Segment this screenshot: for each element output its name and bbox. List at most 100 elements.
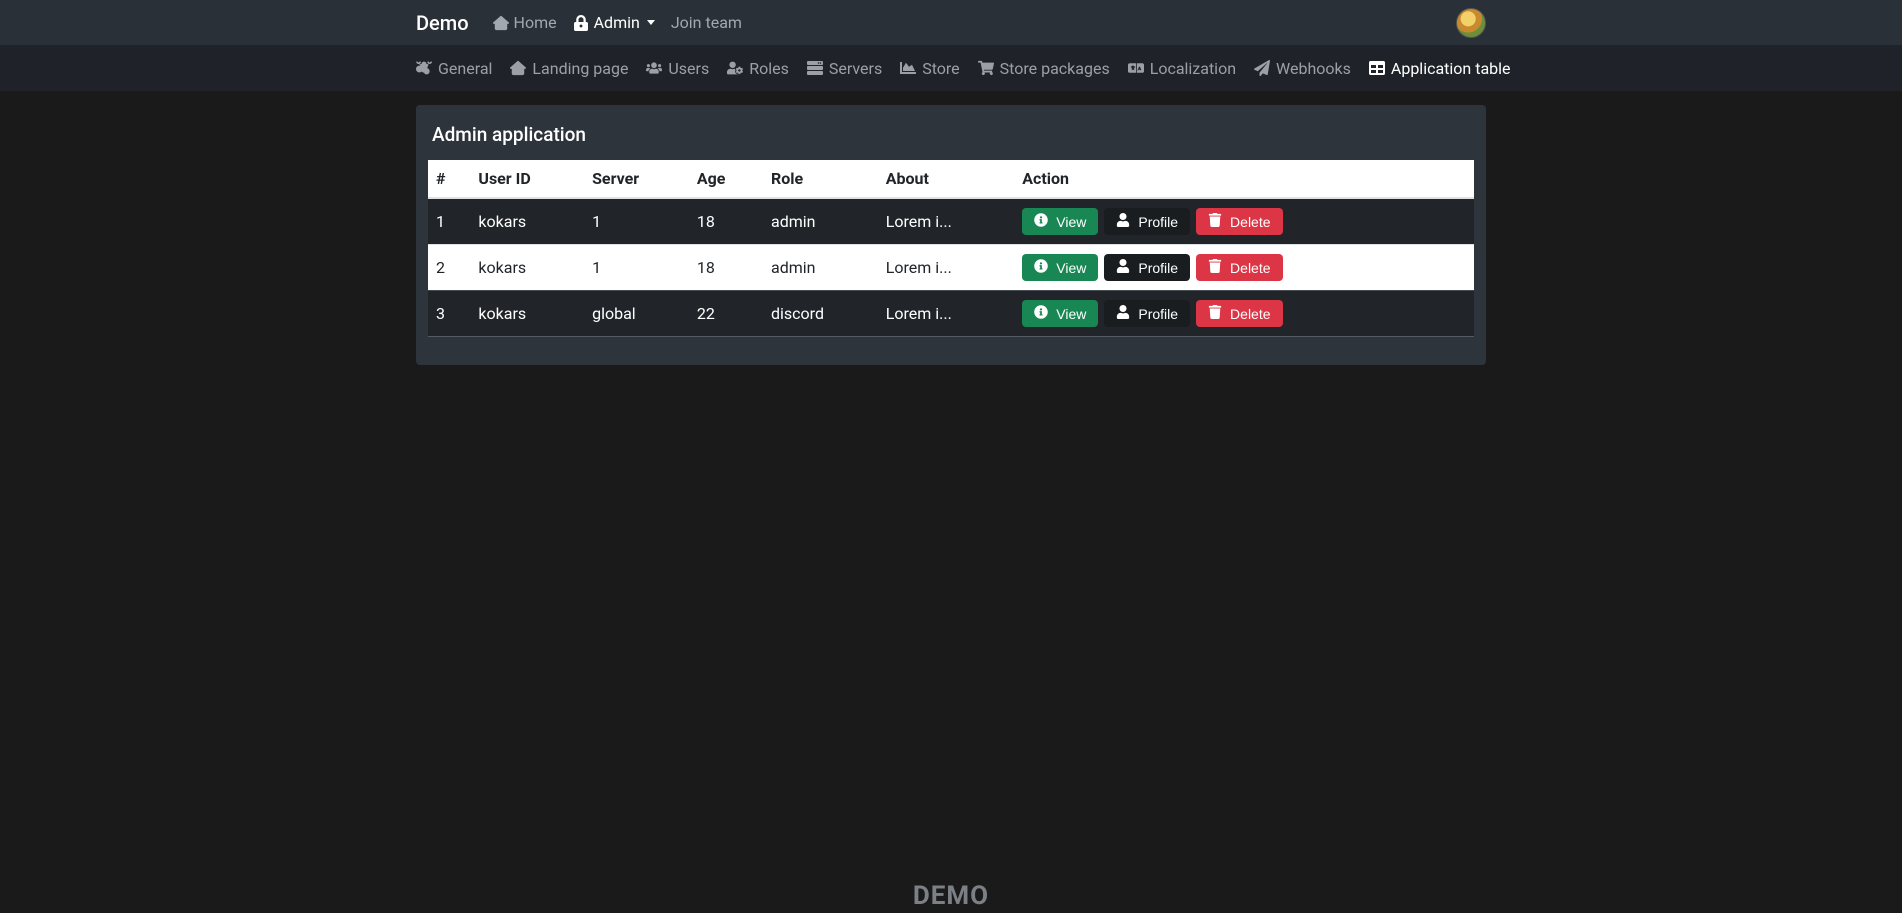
th-about: About xyxy=(878,160,1015,198)
cogs-icon xyxy=(416,60,432,76)
table-row: 1kokars118adminLorem i...ViewProfileDele… xyxy=(428,198,1474,245)
card-title: Admin application xyxy=(432,123,1474,146)
cart-icon xyxy=(978,60,994,76)
subnav-store[interactable]: Store xyxy=(900,59,959,78)
user-icon xyxy=(1116,305,1130,322)
th-user-id: User ID xyxy=(470,160,584,198)
subnav-roles[interactable]: Roles xyxy=(727,59,789,78)
table-header-row: # User ID Server Age Role About Action xyxy=(428,160,1474,198)
user-icon xyxy=(1116,259,1130,276)
avatar[interactable] xyxy=(1456,8,1486,38)
subnav-general-label: General xyxy=(438,59,492,78)
subnav-store-label: Store xyxy=(922,59,959,78)
cell-index: 2 xyxy=(428,245,470,291)
subnav-servers[interactable]: Servers xyxy=(807,59,882,78)
footer-brand: DEMO xyxy=(913,881,989,911)
trash-icon xyxy=(1208,213,1222,230)
users-cog-icon xyxy=(727,60,743,76)
admin-application-card: Admin application # User ID Server Age R… xyxy=(416,105,1486,365)
th-action: Action xyxy=(1014,160,1474,198)
info-circle-icon xyxy=(1034,305,1048,322)
lock-icon xyxy=(573,15,589,31)
nav-home[interactable]: Home xyxy=(493,13,557,32)
subnav-store-packages-label: Store packages xyxy=(1000,59,1110,78)
table-row: 2kokars118adminLorem i...ViewProfileDele… xyxy=(428,245,1474,291)
server-icon xyxy=(807,60,823,76)
delete-label: Delete xyxy=(1230,214,1270,230)
trash-icon xyxy=(1208,305,1222,322)
cell-user-id: kokars xyxy=(470,198,584,245)
subnav-application-table[interactable]: Application table xyxy=(1369,59,1511,78)
delete-button[interactable]: Delete xyxy=(1196,254,1282,281)
nav-home-label: Home xyxy=(514,13,557,32)
cell-user-id: kokars xyxy=(470,291,584,337)
cell-role: discord xyxy=(763,291,878,337)
brand[interactable]: Demo xyxy=(416,11,469,35)
subnav-landing[interactable]: Landing page xyxy=(510,59,628,78)
th-index: # xyxy=(428,160,470,198)
subnav-roles-label: Roles xyxy=(749,59,789,78)
subnav-users-label: Users xyxy=(668,59,709,78)
application-table: # User ID Server Age Role About Action 1… xyxy=(428,160,1474,337)
cell-about: Lorem i... xyxy=(878,198,1015,245)
admin-subnav: General Landing page Users Roles Servers… xyxy=(0,45,1902,91)
cell-age: 18 xyxy=(689,198,763,245)
cell-role: admin xyxy=(763,198,878,245)
cell-age: 22 xyxy=(689,291,763,337)
table-row: 3kokarsglobal22discordLorem i... View Prof… xyxy=(428,291,1474,337)
delete-label: Delete xyxy=(1230,260,1270,276)
view-button[interactable]: View xyxy=(1022,254,1098,281)
footer: DEMO xyxy=(0,861,1902,913)
profile-button[interactable]: Profile xyxy=(1104,254,1190,281)
cell-index: 1 xyxy=(428,198,470,245)
view-label: View xyxy=(1056,214,1086,230)
subnav-users[interactable]: Users xyxy=(646,59,709,78)
nav-join-team[interactable]: Join team xyxy=(671,13,742,32)
cell-server: 1 xyxy=(584,245,689,291)
info-circle-icon xyxy=(1034,259,1048,276)
nav-admin[interactable]: Admin xyxy=(573,13,655,32)
subnav-general[interactable]: General xyxy=(416,59,492,78)
topbar: Demo Home Admin Join team xyxy=(0,0,1902,45)
profile-button[interactable]: Profile xyxy=(1104,208,1190,235)
home-icon xyxy=(510,60,526,76)
subnav-servers-label: Servers xyxy=(829,59,882,78)
profile-label: Profile xyxy=(1138,214,1178,230)
nav-admin-label: Admin xyxy=(594,13,640,32)
nav-join-team-label: Join team xyxy=(671,13,742,32)
profile-button[interactable]: Profile xyxy=(1104,300,1190,327)
th-server: Server xyxy=(584,160,689,198)
cell-server: 1 xyxy=(584,198,689,245)
th-age: Age xyxy=(689,160,763,198)
subnav-webhooks-label: Webhooks xyxy=(1276,59,1351,78)
subnav-landing-label: Landing page xyxy=(532,59,628,78)
chart-area-icon xyxy=(900,60,916,76)
subnav-application-table-label: Application table xyxy=(1391,59,1511,78)
delete-button[interactable]: Delete xyxy=(1196,208,1282,235)
cell-about: Lorem i... xyxy=(878,245,1015,291)
view-button[interactable]: View xyxy=(1022,300,1098,327)
view-button[interactable]: View xyxy=(1022,208,1098,235)
home-icon xyxy=(493,15,509,31)
cell-age: 18 xyxy=(689,245,763,291)
subnav-localization[interactable]: Localization xyxy=(1128,59,1236,78)
trash-icon xyxy=(1208,259,1222,276)
subnav-webhooks[interactable]: Webhooks xyxy=(1254,59,1351,78)
info-circle-icon xyxy=(1034,213,1048,230)
view-label: View xyxy=(1056,306,1086,322)
delete-button[interactable]: Delete xyxy=(1196,300,1282,327)
cell-about: Lorem i... xyxy=(878,291,1015,337)
table-icon xyxy=(1369,60,1385,76)
delete-label: Delete xyxy=(1230,306,1270,322)
profile-label: Profile xyxy=(1138,306,1178,322)
subnav-store-packages[interactable]: Store packages xyxy=(978,59,1110,78)
cell-role: admin xyxy=(763,245,878,291)
cell-server: global xyxy=(584,291,689,337)
chevron-down-icon xyxy=(647,20,655,25)
cell-index: 3 xyxy=(428,291,470,337)
subnav-localization-label: Localization xyxy=(1150,59,1236,78)
profile-label: Profile xyxy=(1138,260,1178,276)
paper-plane-icon xyxy=(1254,60,1270,76)
th-role: Role xyxy=(763,160,878,198)
view-label: View xyxy=(1056,260,1086,276)
